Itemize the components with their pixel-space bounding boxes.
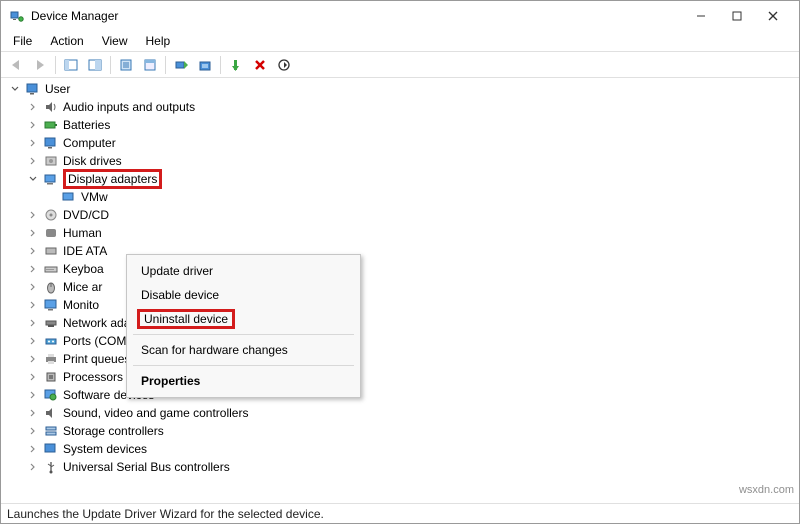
menu-update-driver[interactable]: Update driver — [129, 259, 358, 283]
uninstall-device-button[interactable] — [249, 54, 271, 76]
dvd-icon — [43, 207, 59, 223]
app-icon — [9, 8, 25, 24]
expand-icon[interactable] — [27, 425, 39, 437]
minimize-button[interactable] — [683, 2, 719, 30]
properties-button[interactable] — [115, 54, 137, 76]
menu-action[interactable]: Action — [42, 32, 91, 50]
expand-icon[interactable] — [27, 155, 39, 167]
expand-icon[interactable] — [27, 461, 39, 473]
storage-icon — [43, 423, 59, 439]
mouse-icon — [43, 279, 59, 295]
help-button[interactable] — [84, 54, 106, 76]
expand-icon[interactable] — [27, 407, 39, 419]
tree-item-disk[interactable]: Disk drives — [25, 152, 795, 170]
menu-view[interactable]: View — [94, 32, 136, 50]
context-menu: Update driver Disable device Uninstall d… — [126, 254, 361, 398]
tree-item-system[interactable]: System devices — [25, 440, 795, 458]
menu-uninstall-device[interactable]: Uninstall device — [129, 307, 358, 331]
tree-root-label: User — [45, 82, 70, 96]
ide-icon — [43, 243, 59, 259]
tree-item-storage[interactable]: Storage controllers — [25, 422, 795, 440]
system-icon — [43, 441, 59, 457]
highlighted-display-adapters: Display adapters — [63, 169, 162, 189]
expand-icon[interactable] — [27, 389, 39, 401]
audio-icon — [43, 99, 59, 115]
expand-icon[interactable] — [27, 101, 39, 113]
toolbar — [1, 52, 799, 78]
collapse-icon[interactable] — [9, 83, 21, 95]
maximize-button[interactable] — [719, 2, 755, 30]
menu-disable-device[interactable]: Disable device — [129, 283, 358, 307]
device-tree[interactable]: User Audio inputs and outputs Batteries … — [1, 78, 799, 503]
tree-root[interactable]: User — [7, 80, 795, 98]
collapse-icon[interactable] — [27, 173, 39, 185]
expand-icon[interactable] — [27, 353, 39, 365]
window-title: Device Manager — [31, 9, 683, 23]
software-icon — [43, 387, 59, 403]
menu-separator — [133, 334, 354, 335]
battery-icon — [43, 117, 59, 133]
expand-icon[interactable] — [27, 335, 39, 347]
menu-help[interactable]: Help — [138, 32, 179, 50]
device-manager-window: Device Manager File Action View Help — [0, 0, 800, 524]
expand-icon[interactable] — [27, 245, 39, 257]
forward-button[interactable] — [29, 54, 51, 76]
menu-scan-hardware[interactable]: Scan for hardware changes — [129, 338, 358, 362]
expand-icon[interactable] — [27, 137, 39, 149]
usb-icon — [43, 459, 59, 475]
expand-icon[interactable] — [27, 317, 39, 329]
expand-icon[interactable] — [27, 371, 39, 383]
enable-device-button[interactable] — [225, 54, 247, 76]
monitor-icon — [43, 297, 59, 313]
watermark-text: wsxdn.com — [739, 484, 794, 496]
menubar: File Action View Help — [1, 31, 799, 51]
tree-item-usb[interactable]: Universal Serial Bus controllers — [25, 458, 795, 476]
display-adapter-icon — [61, 189, 77, 205]
disk-icon — [43, 153, 59, 169]
tree-item-dvd[interactable]: DVD/CD — [25, 206, 795, 224]
sound-icon — [43, 405, 59, 421]
toolbar-icon-2[interactable] — [139, 54, 161, 76]
computer-icon — [25, 81, 41, 97]
tree-item-sound[interactable]: Sound, video and game controllers — [25, 404, 795, 422]
cpu-icon — [43, 369, 59, 385]
menu-separator — [133, 365, 354, 366]
expand-icon[interactable] — [27, 299, 39, 311]
expand-icon[interactable] — [27, 443, 39, 455]
network-icon — [43, 315, 59, 331]
expand-icon[interactable] — [27, 263, 39, 275]
close-button[interactable] — [755, 2, 791, 30]
expand-icon[interactable] — [27, 119, 39, 131]
update-driver-button[interactable] — [170, 54, 192, 76]
expand-icon[interactable] — [27, 227, 39, 239]
back-button[interactable] — [5, 54, 27, 76]
expand-icon[interactable] — [27, 209, 39, 221]
computer-icon — [43, 135, 59, 151]
display-adapter-icon — [43, 171, 59, 187]
menu-file[interactable]: File — [5, 32, 40, 50]
printer-icon — [43, 351, 59, 367]
scan-hardware-button[interactable] — [194, 54, 216, 76]
show-hide-tree-button[interactable] — [60, 54, 82, 76]
tree-item-computer[interactable]: Computer — [25, 134, 795, 152]
statusbar: Launches the Update Driver Wizard for th… — [1, 503, 799, 523]
status-text: Launches the Update Driver Wizard for th… — [7, 507, 324, 521]
toolbar-last-button[interactable] — [273, 54, 295, 76]
tree-item-hid[interactable]: Human — [25, 224, 795, 242]
tree-item-audio[interactable]: Audio inputs and outputs — [25, 98, 795, 116]
titlebar: Device Manager — [1, 1, 799, 31]
menu-properties[interactable]: Properties — [129, 369, 358, 393]
highlighted-uninstall-device: Uninstall device — [137, 309, 235, 329]
hid-icon — [43, 225, 59, 241]
tree-item-vmw[interactable]: VMw — [43, 188, 795, 206]
tree-item-display-adapters[interactable]: Display adapters — [25, 170, 795, 188]
tree-item-batteries[interactable]: Batteries — [25, 116, 795, 134]
keyboard-icon — [43, 261, 59, 277]
expand-icon[interactable] — [27, 281, 39, 293]
ports-icon — [43, 333, 59, 349]
